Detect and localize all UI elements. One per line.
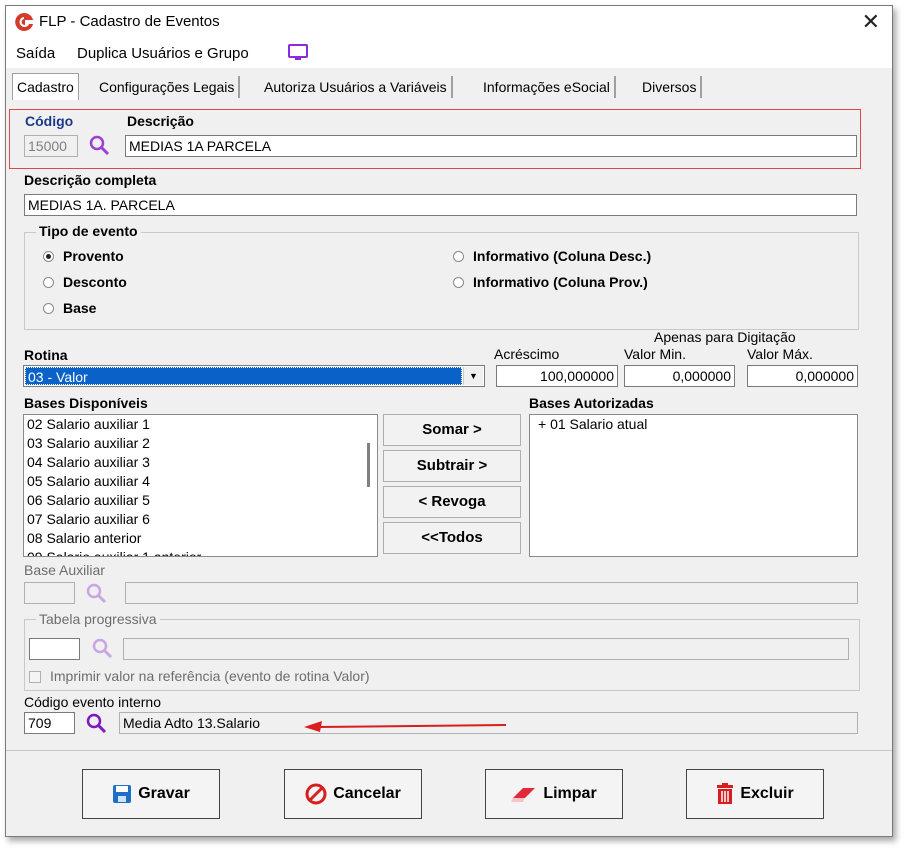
- bases-disponiveis-list[interactable]: 02 Salario auxiliar 1 03 Salario auxilia…: [23, 414, 378, 557]
- save-icon: [113, 785, 132, 803]
- provento-label: Provento: [63, 248, 124, 264]
- list-item[interactable]: 07 Salario auxiliar 6: [24, 510, 377, 529]
- tabela-progressiva-code-field[interactable]: [29, 638, 80, 660]
- descricao-completa-label: Descrição completa: [24, 172, 157, 188]
- radio-base[interactable]: [43, 303, 54, 314]
- rotina-label: Rotina: [24, 347, 68, 363]
- imprimir-checkbox[interactable]: [29, 671, 41, 683]
- bases-autorizadas-list[interactable]: + 01 Salario atual: [529, 414, 858, 557]
- bases-autorizadas-label: Bases Autorizadas: [529, 395, 654, 411]
- base-auxiliar-code-field[interactable]: [24, 582, 75, 604]
- base-label: Base: [63, 300, 97, 316]
- close-button[interactable]: ✕: [862, 9, 880, 35]
- chevron-down-icon[interactable]: ▼: [463, 367, 483, 385]
- eraser-icon: [511, 788, 536, 802]
- base-auxiliar-label: Base Auxiliar: [24, 562, 105, 578]
- informativo-prov-label: Informativo (Coluna Prov.): [473, 274, 648, 290]
- list-item[interactable]: 03 Salario auxiliar 2: [24, 434, 377, 453]
- imprimir-label: Imprimir valor na referência (evento de …: [50, 668, 370, 684]
- radio-informativo-prov[interactable]: [453, 277, 464, 288]
- monitor-icon[interactable]: [287, 44, 309, 62]
- footer-separator: [6, 750, 892, 751]
- annotation-arrow-icon: [304, 721, 507, 732]
- valor-min-field[interactable]: 0,000000: [624, 365, 735, 387]
- search-codigo-icon[interactable]: [88, 134, 110, 156]
- scrollbar[interactable]: [361, 415, 377, 556]
- menu-saida[interactable]: Saída: [16, 45, 55, 62]
- search-tabela-progressiva-icon[interactable]: [91, 637, 113, 659]
- base-auxiliar-desc-field[interactable]: [125, 582, 858, 604]
- menu-bar: Saída Duplica Usuários e Grupo: [6, 38, 892, 68]
- rotina-select[interactable]: 03 - Valor ▼: [23, 365, 485, 387]
- gravar-label: Gravar: [138, 785, 190, 802]
- tabela-progressiva-title: Tabela progressiva: [36, 611, 160, 627]
- cancelar-label: Cancelar: [333, 785, 401, 802]
- radio-provento[interactable]: [43, 251, 54, 262]
- tab-bar: Cadastro Configurações Legais Autoriza U…: [6, 68, 892, 104]
- cancelar-button[interactable]: Cancelar: [284, 769, 422, 819]
- revoga-button[interactable]: < Revoga: [383, 486, 521, 518]
- menu-duplica-usuarios[interactable]: Duplica Usuários e Grupo: [77, 45, 249, 62]
- acrescimo-label: Acréscimo: [494, 346, 560, 362]
- rotina-selected-value: 03 - Valor: [25, 367, 462, 385]
- codigo-evento-interno-field[interactable]: 709: [24, 712, 75, 734]
- radio-informativo-desc[interactable]: [453, 251, 464, 262]
- list-item[interactable]: + 01 Salario atual: [530, 415, 857, 434]
- scrollbar-thumb[interactable]: [367, 443, 370, 487]
- limpar-label: Limpar: [543, 785, 597, 802]
- window-title: FLP - Cadastro de Eventos: [39, 13, 220, 30]
- bases-disponiveis-label: Bases Disponíveis: [24, 395, 148, 411]
- excluir-button[interactable]: Excluir: [686, 769, 824, 819]
- radio-desconto[interactable]: [43, 277, 54, 288]
- descricao-completa-field[interactable]: MEDIAS 1A. PARCELA: [24, 194, 857, 216]
- desconto-label: Desconto: [63, 274, 127, 290]
- codigo-label: Código: [25, 113, 74, 129]
- valor-min-label: Valor Min.: [624, 346, 686, 362]
- excluir-label: Excluir: [740, 785, 794, 802]
- list-item[interactable]: 04 Salario auxiliar 3: [24, 453, 377, 472]
- tab-diversos[interactable]: Diversos: [638, 76, 703, 98]
- tab-cadastro[interactable]: Cadastro: [12, 73, 79, 100]
- tab-configuracoes-legais[interactable]: Configurações Legais: [95, 76, 241, 98]
- informativo-desc-label: Informativo (Coluna Desc.): [473, 248, 652, 264]
- tabela-progressiva-desc-field[interactable]: [123, 638, 849, 660]
- gravar-button[interactable]: Gravar: [82, 769, 220, 819]
- descricao-field[interactable]: MEDIAS 1A PARCELA: [125, 135, 857, 157]
- limpar-button[interactable]: Limpar: [485, 769, 623, 819]
- valor-max-label: Valor Máx.: [747, 346, 813, 362]
- trash-icon: [717, 783, 734, 804]
- cancel-icon: [305, 783, 327, 805]
- tab-autoriza-usuarios[interactable]: Autoriza Usuários a Variáveis: [260, 76, 453, 98]
- list-item[interactable]: 05 Salario auxiliar 4: [24, 472, 377, 491]
- todos-button[interactable]: <<Todos: [383, 522, 521, 554]
- digitacao-header: Apenas para Digitação: [654, 329, 796, 345]
- list-item[interactable]: 09 Salario auxiliar 1 anterior: [24, 548, 377, 556]
- descricao-label: Descrição: [127, 113, 194, 129]
- somar-button[interactable]: Somar >: [383, 414, 521, 446]
- main-window: FLP - Cadastro de Eventos ✕ Saída Duplic…: [5, 5, 893, 837]
- search-base-auxiliar-icon[interactable]: [85, 582, 107, 604]
- list-item[interactable]: 06 Salario auxiliar 5: [24, 491, 377, 510]
- tab-informacoes-esocial[interactable]: Informações eSocial: [479, 76, 616, 98]
- app-logo-icon: [15, 12, 33, 31]
- acrescimo-field[interactable]: 100,000000: [496, 365, 618, 387]
- subtrair-button[interactable]: Subtrair >: [383, 450, 521, 482]
- title-bar: FLP - Cadastro de Eventos ✕: [6, 6, 892, 38]
- valor-max-field[interactable]: 0,000000: [747, 365, 858, 387]
- list-item[interactable]: 02 Salario auxiliar 1: [24, 415, 377, 434]
- codigo-field[interactable]: 15000: [24, 135, 78, 157]
- search-codigo-evento-interno-icon[interactable]: [85, 712, 107, 734]
- codigo-evento-interno-label: Código evento interno: [24, 694, 161, 710]
- tipo-evento-title: Tipo de evento: [36, 223, 141, 239]
- list-item[interactable]: 08 Salario anterior: [24, 529, 377, 548]
- tipo-evento-frame: [24, 232, 859, 330]
